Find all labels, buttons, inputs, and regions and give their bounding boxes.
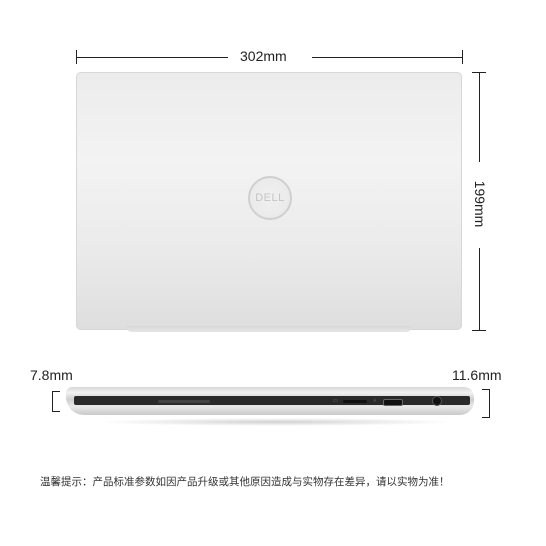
laptop-side-seam bbox=[74, 396, 470, 405]
width-line-left bbox=[76, 57, 228, 58]
width-label: 302mm bbox=[240, 48, 287, 64]
height-line-top bbox=[479, 72, 480, 162]
laptop-shadow bbox=[96, 418, 456, 426]
sd-card-slot bbox=[343, 400, 367, 403]
thick-edge-label: 11.6mm bbox=[452, 367, 502, 383]
thin-edge-tick-bottom bbox=[52, 411, 60, 412]
usb-c-port bbox=[383, 399, 403, 406]
vent-slot bbox=[158, 400, 210, 403]
headphone-jack-icon bbox=[432, 396, 442, 406]
height-label: 199mm bbox=[472, 180, 488, 228]
logo-text: DELL bbox=[255, 192, 285, 204]
thick-edge-line bbox=[489, 389, 490, 417]
thin-edge-line bbox=[52, 391, 53, 411]
width-line-right bbox=[312, 57, 462, 58]
thick-edge-tick-bottom bbox=[482, 417, 490, 418]
laptop-hinge-foot bbox=[126, 326, 412, 332]
disclaimer-notice: 温馨提示：产品标准参数如因产品升级或其他原因造成与实物存在差异，请以实物为准！ bbox=[40, 476, 450, 488]
dell-logo: DELL bbox=[248, 176, 292, 220]
sd-card-icon: ▭ bbox=[333, 398, 338, 404]
usb-c-icon: ⚡ bbox=[373, 398, 377, 404]
thin-edge-tick-top bbox=[52, 391, 60, 392]
width-tick-right bbox=[462, 50, 463, 64]
height-tick-bottom bbox=[472, 330, 486, 331]
height-line-bottom bbox=[479, 248, 480, 330]
thin-edge-label: 7.8mm bbox=[30, 367, 73, 383]
